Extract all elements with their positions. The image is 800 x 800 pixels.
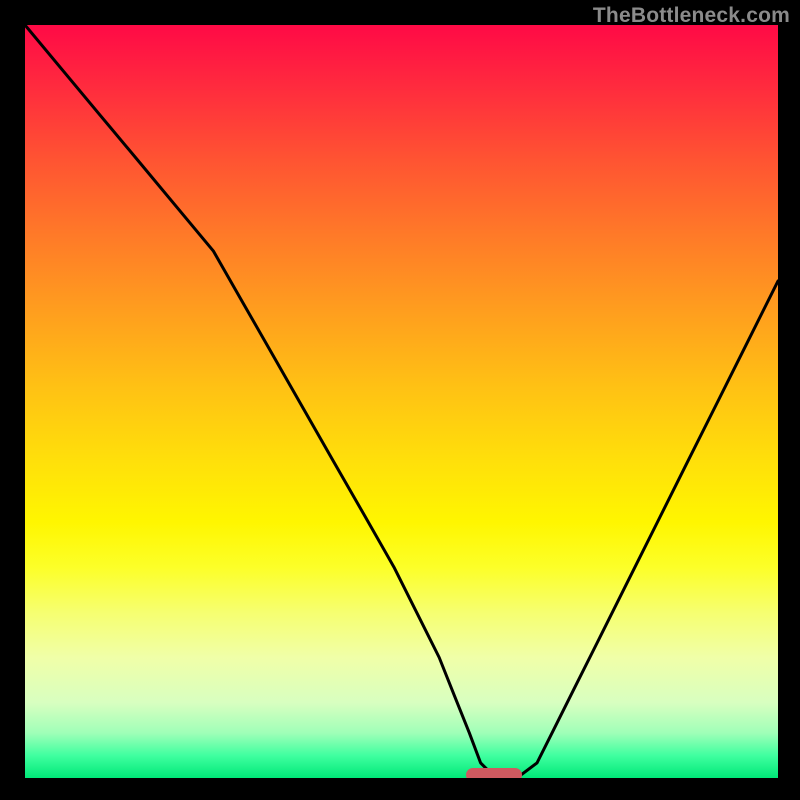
optimal-marker [466, 768, 522, 778]
bottleneck-curve [25, 25, 778, 778]
chart-frame: TheBottleneck.com [0, 0, 800, 800]
plot-area [25, 25, 778, 778]
watermark-text: TheBottleneck.com [593, 4, 790, 28]
